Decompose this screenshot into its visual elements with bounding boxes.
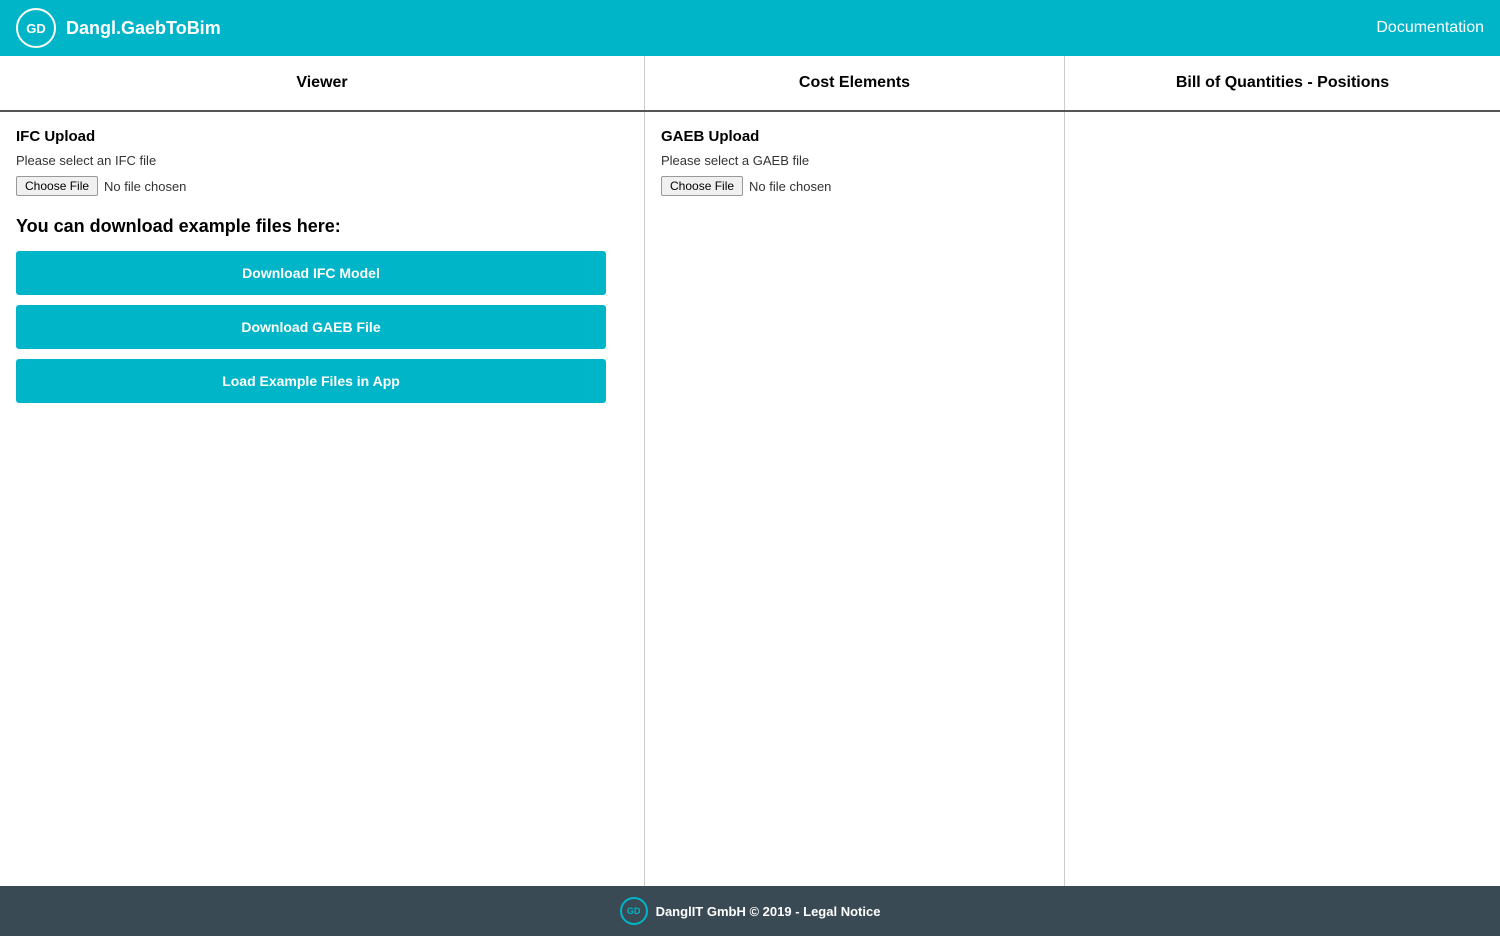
- footer-text-bold: IT: [692, 904, 704, 919]
- ifc-upload-description: Please select an IFC file: [16, 153, 628, 168]
- gaeb-panel: GAEB Upload Please select a GAEB file Ch…: [645, 112, 1065, 886]
- footer-text: DanglIT GmbH © 2019 - Legal Notice: [656, 904, 881, 919]
- download-ifc-button[interactable]: Download IFC Model: [16, 251, 606, 295]
- app-title: Dangl.GaebToBim: [66, 18, 221, 39]
- logo-circle: GD: [16, 8, 56, 48]
- gaeb-upload-title: GAEB Upload: [661, 128, 1048, 145]
- logo-bold: GaebToBim: [121, 18, 221, 38]
- viewer-panel: IFC Upload Please select an IFC file Cho…: [0, 112, 645, 886]
- header-nav: Documentation: [1376, 19, 1484, 37]
- gaeb-choose-file-button[interactable]: Choose File: [661, 176, 743, 196]
- header-logo: GD Dangl.GaebToBim: [16, 8, 221, 48]
- documentation-link[interactable]: Documentation: [1376, 19, 1484, 36]
- gaeb-no-file-label: No file chosen: [749, 179, 831, 194]
- download-gaeb-button[interactable]: Download GAEB File: [16, 305, 606, 349]
- viewer-column-header: Viewer: [0, 56, 645, 110]
- load-example-button[interactable]: Load Example Files in App: [16, 359, 606, 403]
- footer-logo-circle: GD: [620, 897, 648, 925]
- boq-column-header: Bill of Quantities - Positions: [1065, 56, 1500, 110]
- app-footer: GD DanglIT GmbH © 2019 - Legal Notice: [0, 886, 1500, 936]
- ifc-upload-title: IFC Upload: [16, 128, 628, 145]
- footer-text-suffix: GmbH © 2019 - Legal Notice: [703, 904, 880, 919]
- ifc-choose-file-button[interactable]: Choose File: [16, 176, 98, 196]
- gaeb-file-input-row: Choose File No file chosen: [661, 176, 1048, 196]
- column-headers: Viewer Cost Elements Bill of Quantities …: [0, 56, 1500, 112]
- logo-initials: GD: [26, 21, 46, 36]
- footer-logo-initials: GD: [627, 906, 641, 916]
- download-section-title: You can download example files here:: [16, 216, 628, 237]
- ifc-no-file-label: No file chosen: [104, 179, 186, 194]
- boq-panel: [1065, 112, 1500, 886]
- main-content: IFC Upload Please select an IFC file Cho…: [0, 112, 1500, 886]
- ifc-file-input-row: Choose File No file chosen: [16, 176, 628, 196]
- cost-elements-column-header: Cost Elements: [645, 56, 1065, 110]
- app-header: GD Dangl.GaebToBim Documentation: [0, 0, 1500, 56]
- logo-label: Dangl.: [66, 18, 121, 38]
- gaeb-upload-description: Please select a GAEB file: [661, 153, 1048, 168]
- footer-text-prefix: Dangl: [656, 904, 692, 919]
